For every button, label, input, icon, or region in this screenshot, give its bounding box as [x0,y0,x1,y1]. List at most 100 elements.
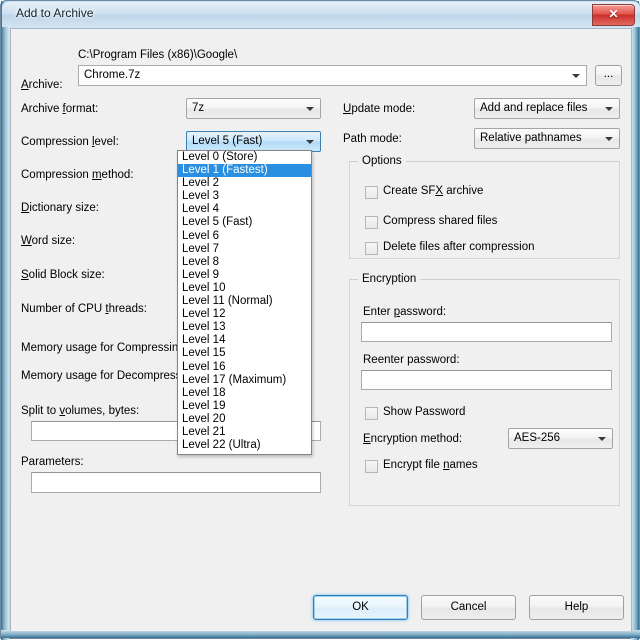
enter-password-input[interactable] [361,322,612,342]
show-password-checkbox[interactable] [365,407,378,420]
browse-button-label: ... [603,68,614,80]
reenter-password-input[interactable] [361,370,612,390]
update-mode-combobox[interactable]: Add and replace files [474,98,620,119]
update-mode-label: Update mode: [343,103,416,115]
dropdown-item[interactable]: Level 7 [178,243,311,256]
archive-format-combobox[interactable]: 7z [186,98,321,119]
dropdown-item[interactable]: Level 21 [178,426,311,439]
dropdown-item[interactable]: Level 16 [178,361,311,374]
dropdown-item-label: Level 0 (Store) [182,151,258,163]
options-group-title: Options [358,155,406,167]
dropdown-item[interactable]: Level 0 (Store) [178,151,311,164]
dropdown-item[interactable]: Level 11 (Normal) [178,295,311,308]
chevron-down-icon [572,73,580,78]
dropdown-item[interactable]: Level 12 [178,308,311,321]
dropdown-item-label: Level 8 [182,255,220,268]
dropdown-item-label: Level 18 [182,386,226,399]
dropdown-item[interactable]: Level 4 [178,203,311,216]
dropdown-item[interactable]: Level 6 [178,230,311,243]
ok-button-label: OK [352,601,369,613]
archive-filename-combobox[interactable]: Chrome.7z [78,65,587,86]
encryption-group-title: Encryption [358,273,421,285]
dropdown-item-label: Level 9 [182,268,220,281]
dropdown-item-label: Level 17 (Maximum) [182,373,287,386]
close-button[interactable]: ✕ [592,4,635,26]
cpu-threads-label: Number of CPU threads: [21,303,147,315]
dropdown-item[interactable]: Level 15 [178,347,311,360]
solid-block-size-label: Solid Block size: [21,269,105,281]
dropdown-item-label: Level 5 (Fast) [182,216,253,229]
window-frame-bottom [1,630,640,638]
help-button-label: Help [564,601,589,613]
dropdown-item[interactable]: Level 5 (Fast) [178,216,311,229]
dropdown-item[interactable]: Level 14 [178,334,311,347]
dropdown-item-label: Level 16 [182,360,226,373]
compress-shared-files-label: Compress shared files [383,215,498,227]
dropdown-item-label: Level 1 (Fastest) [182,164,268,177]
dropdown-item[interactable]: Level 18 [178,387,311,400]
dropdown-item[interactable]: Level 8 [178,256,311,269]
dropdown-item-label: Level 21 [182,425,226,438]
parameters-label: Parameters: [21,456,84,468]
chevron-down-icon [598,436,606,441]
create-sfx-archive-label: Create SFX archive [383,185,484,197]
dropdown-item[interactable]: Level 9 [178,269,311,282]
dropdown-item[interactable]: Level 20 [178,413,311,426]
dropdown-item[interactable]: Level 22 (Ultra) [178,439,311,452]
split-to-volumes-label: Split to volumes, bytes: [21,405,140,417]
compression-method-label: Compression method: [21,169,134,181]
dropdown-item-label: Level 4 [182,203,220,216]
chevron-down-icon [306,106,314,111]
show-password-label: Show Password [383,406,466,418]
compression-level-label: Compression level: [21,136,119,148]
cancel-button[interactable]: Cancel [421,595,516,620]
path-mode-label: Path mode: [343,133,402,145]
encryption-method-combobox[interactable]: AES-256 [508,428,613,449]
create-sfx-archive-checkbox[interactable] [365,186,378,199]
browse-button[interactable]: ... [595,65,622,86]
dropdown-item[interactable]: Level 13 [178,321,311,334]
compress-shared-files-checkbox[interactable] [365,216,378,229]
help-button[interactable]: Help [529,595,624,620]
dropdown-item[interactable]: Level 1 (Fastest) [178,164,311,178]
encrypt-file-names-checkbox[interactable] [365,460,378,473]
dropdown-item-label: Level 19 [182,399,226,412]
title-bar[interactable]: Add to Archive ✕ [2,2,640,27]
encrypt-file-names-label: Encrypt file names [383,459,478,471]
archive-filename-value: Chrome.7z [84,69,141,81]
cancel-button-label: Cancel [450,601,487,613]
dropdown-item-label: Level 14 [182,334,226,347]
compression-level-dropdown-list[interactable]: Level 0 (Store) Level 1 (Fastest) Level 2L… [177,150,312,455]
memory-compressing-label: Memory usage for Compressing: [21,342,188,354]
dropdown-item-label: Level 7 [182,242,220,255]
dropdown-item[interactable]: Level 2 [178,177,311,190]
window-title: Add to Archive [16,6,94,20]
add-to-archive-window: Add to Archive ✕ Archive: C:\Program Fil… [0,0,640,640]
reenter-password-label: Reenter password: [363,354,460,366]
dropdown-item[interactable]: Level 10 [178,282,311,295]
delete-files-after-compression-label: Delete files after compression [383,241,535,253]
encryption-method-value: AES-256 [514,432,561,444]
enter-password-label: Enter password: [363,306,447,318]
dropdown-item[interactable]: Level 3 [178,190,311,203]
dropdown-item-label: Level 13 [182,321,226,334]
dialog-client-area: Archive: C:\Program Files (x86)\Google\ … [10,28,632,631]
compression-level-combobox[interactable]: Level 5 (Fast) [186,131,321,152]
dropdown-item-label: Level 22 (Ultra) [182,439,261,452]
dropdown-item[interactable]: Level 17 (Maximum) [178,374,311,387]
path-mode-combobox[interactable]: Relative pathnames [474,128,620,149]
dropdown-item[interactable]: Level 19 [178,400,311,413]
ok-button[interactable]: OK [313,595,408,620]
close-icon: ✕ [608,7,619,21]
compression-level-value: Level 5 (Fast) [192,135,263,147]
chevron-down-icon [306,139,314,144]
window-frame-right [631,1,639,640]
dictionary-size-label: Dictionary size: [21,202,99,214]
parameters-input[interactable] [31,472,321,493]
word-size-label: Word size: [21,235,76,247]
dropdown-item-label: Level 3 [182,190,220,203]
delete-files-after-compression-checkbox[interactable] [365,242,378,255]
chevron-down-icon [605,136,613,141]
archive-label: Archive: [21,79,63,91]
dropdown-item-label: Level 2 [182,177,220,190]
